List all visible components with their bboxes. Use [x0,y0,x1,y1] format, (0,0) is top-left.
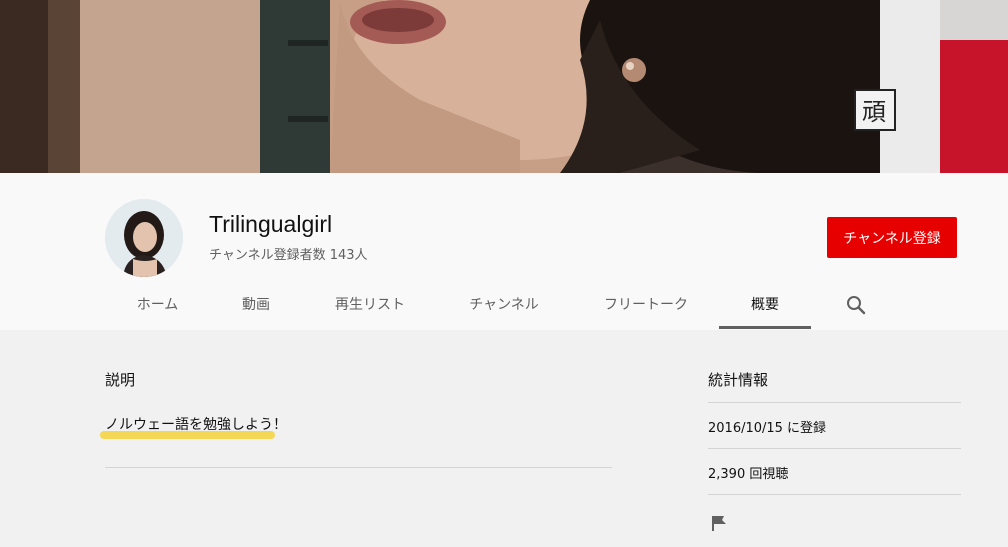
tab-about[interactable]: 概要 [719,284,811,329]
flag-icon[interactable] [709,513,729,533]
search-icon[interactable] [845,294,867,316]
tab-discussion[interactable]: フリートーク [590,284,702,328]
channel-name: Trilingualgirl [209,211,333,237]
channel-banner: 頑 [0,0,1008,173]
subscriber-count: チャンネル登録者数 143人 [209,248,368,263]
view-count: 2,390 回視聴 [708,467,789,482]
tab-videos[interactable]: 動画 [220,284,292,328]
description-divider [105,467,612,468]
subscribe-button[interactable]: チャンネル登録 [827,217,957,258]
stats-divider [708,448,961,449]
svg-text:頑: 頑 [862,98,886,126]
stats-heading: 統計情報 [708,371,769,389]
tab-home[interactable]: ホーム [105,284,210,328]
banner-image: 頑 [0,0,1008,173]
avatar-image [105,199,183,277]
stats-divider [708,402,961,403]
joined-date: 2016/10/15 に登録 [708,421,827,436]
tab-playlists[interactable]: 再生リスト [315,284,425,328]
description-heading: 説明 [105,371,136,389]
channel-avatar[interactable] [105,199,183,277]
tab-channels[interactable]: チャンネル [447,284,561,328]
stats-divider [708,494,961,495]
description-text: ノルウェー語を勉強しよう！ [105,417,287,433]
